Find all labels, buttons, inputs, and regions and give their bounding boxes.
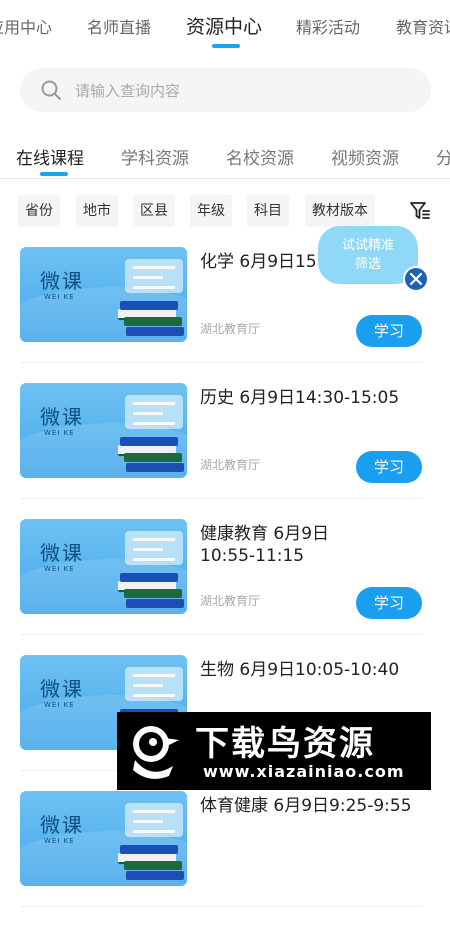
subtab-online-courses[interactable]: 在线课程 (16, 144, 84, 169)
search-placeholder: 请输入查询内容 (75, 82, 181, 100)
learn-button[interactable]: 学习 (356, 587, 422, 619)
thumb-sublabel: WEI KE (44, 293, 75, 301)
filter-grade[interactable]: 年级 (190, 195, 232, 227)
filter-subject[interactable]: 科目 (247, 195, 289, 227)
search-icon (41, 80, 61, 100)
thumb-label: 微课 (40, 677, 84, 701)
filter-icon[interactable] (408, 199, 432, 223)
top-nav: 应用中心 名师直播 资源中心 精彩活动 教育资讯 (0, 0, 450, 58)
thumb-card (125, 531, 183, 565)
thumb-sublabel: WEI KE (44, 837, 75, 845)
list-item[interactable]: 微课 WEI KE 健康教育 6月9日 10:55-11:15 湖北教育厅 学习 (0, 519, 450, 655)
sub-tabs: 在线课程 学科资源 名校资源 视频资源 分 (0, 138, 450, 179)
course-thumbnail[interactable]: 微课 WEI KE (20, 519, 187, 614)
book-icon (120, 437, 178, 446)
list-item[interactable]: 微课 WEI KE 体育健康 6月9日9:25-9:55 (0, 791, 450, 927)
learn-button[interactable]: 学习 (356, 451, 422, 483)
list-divider (20, 362, 422, 363)
subtab-video-resources[interactable]: 视频资源 (331, 144, 399, 169)
watermark-title: 下载鸟资源 (195, 724, 375, 764)
thumb-label: 微课 (40, 405, 84, 429)
book-icon (124, 317, 182, 326)
course-title: 体育健康 6月9日9:25-9:55 (200, 796, 412, 816)
course-title: 历史 6月9日14:30-15:05 (200, 388, 400, 408)
thumb-sublabel: WEI KE (44, 429, 75, 437)
subtab-school-resources[interactable]: 名校资源 (226, 144, 294, 169)
thumb-card (125, 395, 183, 429)
bubble-text: 试试精准 筛选 (318, 236, 418, 274)
subtab-subject-resources[interactable]: 学科资源 (121, 144, 189, 169)
learn-button[interactable]: 学习 (356, 315, 422, 347)
subtab-more[interactable]: 分 (436, 144, 450, 169)
course-thumbnail[interactable]: 微课 WEI KE (20, 383, 187, 478)
filter-city[interactable]: 地市 (76, 195, 118, 227)
bird-logo-icon (133, 726, 179, 779)
book-icon (120, 845, 178, 854)
book-icon (126, 463, 184, 472)
filter-province[interactable]: 省份 (18, 195, 60, 227)
watermark-banner: 下载鸟资源 www.xiazainiao.com (117, 712, 431, 790)
book-icon (124, 861, 182, 870)
tab-resource-center[interactable]: 资源中心 (186, 12, 262, 39)
list-divider (20, 906, 422, 907)
tab-teacher-live[interactable]: 名师直播 (87, 14, 151, 38)
course-thumbnail[interactable]: 微课 WEI KE (20, 791, 187, 886)
book-icon (124, 589, 182, 598)
thumb-sublabel: WEI KE (44, 701, 75, 709)
book-icon (126, 871, 184, 880)
book-icon (120, 301, 178, 310)
bubble-line2: 筛选 (354, 257, 381, 272)
search-input[interactable]: 请输入查询内容 (20, 68, 431, 112)
book-icon (120, 573, 178, 582)
book-icon (126, 327, 184, 336)
book-icon (124, 453, 182, 462)
course-organization: 湖北教育厅 (200, 458, 261, 472)
thumb-label: 微课 (40, 269, 84, 293)
book-icon (126, 599, 184, 608)
course-organization: 湖北教育厅 (200, 322, 261, 336)
list-divider (20, 634, 422, 635)
course-title: 生物 6月9日10:05-10:40 (200, 660, 400, 680)
close-bubble-button[interactable] (403, 266, 429, 292)
active-subtab-indicator (40, 172, 68, 176)
tab-app-center[interactable]: 应用中心 (0, 14, 52, 38)
tab-education-news[interactable]: 教育资讯 (396, 14, 450, 38)
course-thumbnail[interactable]: 微课 WEI KE (20, 247, 187, 342)
thumb-card (125, 803, 183, 837)
active-tab-indicator (212, 44, 240, 48)
thumb-card (125, 259, 183, 293)
close-icon (409, 272, 423, 286)
thumb-sublabel: WEI KE (44, 565, 75, 573)
watermark-url: www.xiazainiao.com (203, 762, 405, 781)
bubble-line1: 试试精准 (341, 238, 394, 253)
filter-bar: 省份 地市 区县 年级 科目 教材版本 (0, 195, 450, 227)
course-title: 健康教育 6月9日 10:55-11:15 (200, 524, 330, 566)
tab-activities[interactable]: 精彩活动 (296, 14, 360, 38)
list-item[interactable]: 微课 WEI KE 历史 6月9日14:30-15:05 湖北教育厅 学习 (0, 383, 450, 519)
thumb-label: 微课 (40, 813, 84, 837)
list-divider (20, 498, 422, 499)
filter-textbook-edition[interactable]: 教材版本 (305, 195, 375, 227)
course-organization: 湖北教育厅 (200, 594, 261, 608)
filter-county[interactable]: 区县 (133, 195, 175, 227)
thumb-label: 微课 (40, 541, 84, 565)
thumb-card (125, 667, 183, 701)
